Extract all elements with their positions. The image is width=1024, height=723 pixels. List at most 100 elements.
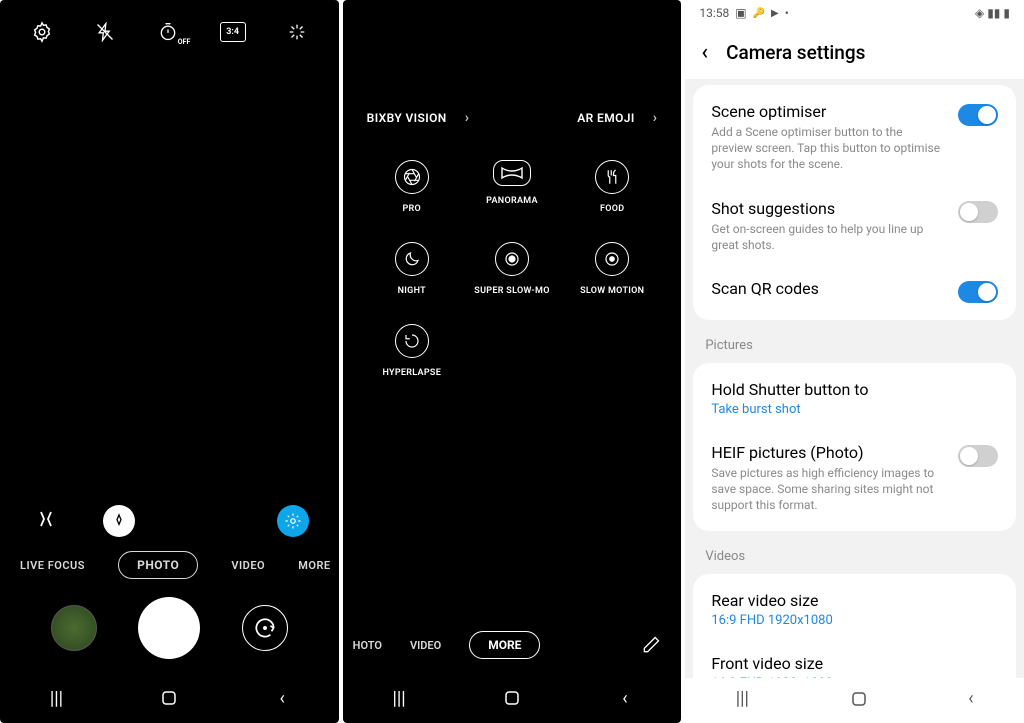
flip-camera-button[interactable] [242, 605, 288, 651]
mode-super-slow-mo[interactable]: SUPER SLOW-MO [467, 242, 557, 296]
wifi-icon: ◈ [975, 6, 984, 20]
mode-more[interactable]: MORE [298, 559, 330, 572]
section-header: Videos [685, 537, 1024, 568]
camera-controls [0, 597, 339, 677]
settings-row[interactable]: Rear video size 16:9 FHD 1920x1080 [693, 578, 1016, 641]
back-icon[interactable]: ‹ [968, 688, 973, 709]
toggle-switch[interactable] [958, 104, 998, 126]
hyperlapse-icon [395, 324, 429, 358]
mode-pro[interactable]: PRO [367, 160, 457, 214]
setting-title: HEIF pictures (Photo) [711, 443, 944, 462]
moon-icon [395, 242, 429, 276]
ar-emoji-link[interactable]: AR EMOJI › [577, 110, 657, 126]
setting-description: Get on-screen guides to help you line up… [711, 221, 944, 253]
timer-label: OFF [178, 38, 191, 46]
bottom-mode-strip: HOTO VIDEO MORE [343, 631, 682, 659]
mode-label: FOOD [600, 204, 624, 214]
setting-title: Shot suggestions [711, 199, 944, 218]
home-icon[interactable] [850, 690, 868, 708]
mode-hyperlapse[interactable]: HYPERLAPSE [367, 324, 457, 378]
android-nav: ||| ‹ [685, 678, 1024, 723]
edit-modes-icon[interactable] [641, 635, 661, 655]
settings-card: Hold Shutter button to Take burst shot HEI… [693, 363, 1016, 531]
viewfinder[interactable] [0, 64, 339, 505]
mode-label: SLOW MOTION [580, 286, 644, 296]
page-title: Camera settings [726, 41, 865, 64]
chevron-right-icon: › [465, 110, 470, 126]
effects-icon[interactable] [285, 20, 309, 44]
settings-list[interactable]: Scene optimiserAdd a Scene optimiser but… [685, 79, 1024, 678]
signal-icon: ▮▮ [987, 6, 1000, 20]
setting-title: Scan QR codes [711, 279, 944, 298]
battery-icon: ▮ [1003, 6, 1010, 20]
panorama-icon [493, 160, 531, 186]
aperture-icon [395, 160, 429, 194]
mode-label: NIGHT [398, 286, 426, 296]
settings-card: Rear video size 16:9 FHD 1920x1080 Front v… [693, 574, 1016, 679]
camera-topbar: OFF 3:4 [0, 0, 339, 64]
mode-more[interactable]: MORE [469, 631, 540, 659]
mode-video[interactable]: VIDEO [231, 559, 265, 572]
settings-row[interactable]: HEIF pictures (Photo) Save pictures as hi… [693, 430, 1016, 527]
setting-title: Rear video size [711, 591, 998, 610]
android-nav: ||| ‹ [0, 677, 339, 723]
shutter-button[interactable] [138, 597, 200, 659]
mode-label: PANORAMA [486, 196, 538, 206]
settings-row[interactable]: Front video size16:9 FHD 1920x1080 [693, 641, 1016, 679]
back-icon[interactable]: ‹ [271, 687, 293, 709]
slowmo-icon [595, 242, 629, 276]
filter-normal-icon[interactable] [103, 505, 135, 537]
timer-icon[interactable]: OFF [156, 20, 180, 44]
recents-icon[interactable]: ||| [736, 688, 749, 709]
status-image-icon: ▣ [735, 6, 746, 20]
setting-value: 16:9 FHD 1920x1080 [711, 613, 998, 628]
flash-off-icon[interactable] [93, 20, 117, 44]
setting-title: Hold Shutter button to [711, 380, 998, 399]
mode-night[interactable]: NIGHT [367, 242, 457, 296]
superslow-icon [495, 242, 529, 276]
status-time: 13:58 [699, 6, 729, 20]
setting-value: Take burst shot [711, 402, 998, 417]
home-icon[interactable] [501, 687, 523, 709]
mode-strip[interactable]: LIVE FOCUS PHOTO VIDEO MORE [0, 551, 339, 579]
mode-photo[interactable]: PHOTO [118, 551, 198, 579]
food-icon [595, 160, 629, 194]
mode-label: HYPERLAPSE [382, 368, 441, 378]
camera-view-screen: OFF 3:4 LIVE FOCUS PHOTO VIDEO MORE ||| … [0, 0, 339, 723]
recents-icon[interactable]: ||| [45, 687, 67, 709]
toggle-switch[interactable] [958, 281, 998, 303]
toggle-switch[interactable] [958, 201, 998, 223]
settings-row[interactable]: Scene optimiserAdd a Scene optimiser but… [693, 89, 1016, 186]
settings-icon[interactable] [30, 20, 54, 44]
ar-emoji-label: AR EMOJI [577, 111, 635, 125]
settings-card: Scene optimiserAdd a Scene optimiser but… [693, 85, 1016, 320]
top-links: BIXBY VISION› AR EMOJI › [343, 110, 682, 126]
toggle-switch[interactable] [958, 445, 998, 467]
settings-row[interactable]: Scan QR codes [693, 266, 1016, 316]
beauty-filter-icon[interactable] [30, 505, 62, 537]
mode-live-focus[interactable]: LIVE FOCUS [20, 559, 85, 572]
mode-slow-motion[interactable]: SLOW MOTION [567, 242, 657, 296]
section-header: Pictures [685, 326, 1024, 357]
mode-video[interactable]: VIDEO [410, 639, 441, 652]
back-button[interactable]: ‹ [701, 40, 708, 65]
recents-icon[interactable]: ||| [388, 687, 410, 709]
mode-panorama[interactable]: PANORAMA [467, 160, 557, 214]
camera-settings-screen: 13:58 ▣ 🔑 ▶ • ◈ ▮▮ ▮ ‹ Camera settings S… [685, 0, 1024, 723]
mode-food[interactable]: FOOD [567, 160, 657, 214]
status-video-icon: ▶ [771, 8, 779, 19]
home-icon[interactable] [158, 687, 180, 709]
bixby-vision-link[interactable]: BIXBY VISION› [367, 110, 470, 126]
setting-title: Front video size [711, 654, 998, 673]
aspect-ratio-icon[interactable]: 3:4 [220, 22, 246, 42]
settings-row[interactable]: Hold Shutter button to Take burst shot [693, 367, 1016, 430]
chevron-right-icon: › [653, 110, 658, 126]
scene-optimiser-icon[interactable] [277, 505, 309, 537]
back-icon[interactable]: ‹ [614, 687, 636, 709]
gallery-thumbnail[interactable] [51, 605, 97, 651]
settings-row[interactable]: Shot suggestions Get on-screen guides to … [693, 186, 1016, 266]
setting-description: Save pictures as high efficiency images … [711, 465, 944, 514]
settings-header: ‹ Camera settings [685, 26, 1024, 79]
mode-photo-edge[interactable]: HOTO [353, 639, 382, 652]
mode-grid: PRO PANORAMA FOOD NIGHT SUPER SLOW-MO SL… [343, 126, 682, 378]
